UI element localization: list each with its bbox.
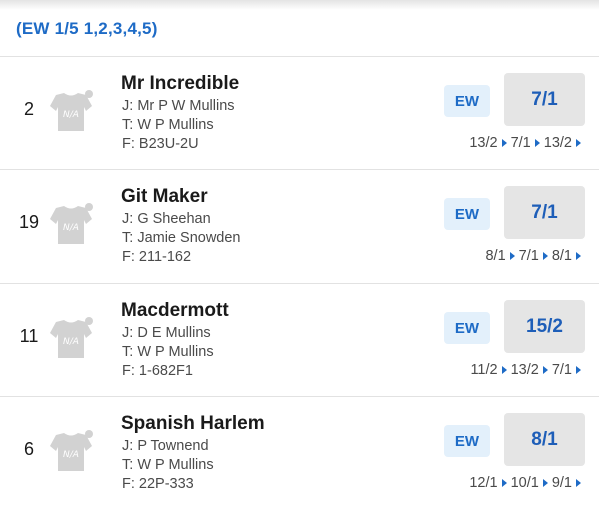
trainer-label: T:: [122, 344, 134, 360]
silk-placeholder-icon: N/A: [48, 202, 94, 248]
horse-name[interactable]: Git Maker: [121, 186, 208, 208]
odds-history: 13/2 7/1 13/2: [469, 135, 585, 151]
jockey-line: J: Mr P W Mullins: [122, 98, 235, 114]
triangle-right-icon: [501, 139, 507, 147]
form-line: F: 22P-333: [122, 476, 194, 492]
price-history-value: 12/1: [469, 475, 498, 491]
jockey-value: P Townend: [137, 438, 209, 454]
form-value: B23U-2U: [138, 136, 199, 152]
jockey-label: J:: [122, 325, 134, 341]
odds-button[interactable]: 7/1: [504, 73, 585, 126]
triangle-right-icon: [501, 366, 507, 374]
jockey-value: D E Mullins: [137, 325, 211, 341]
triangle-right-icon: [542, 252, 548, 260]
horse-name[interactable]: Mr Incredible: [121, 73, 239, 95]
form-value: 1-682F1: [138, 363, 193, 379]
trainer-value: W P Mullins: [137, 344, 214, 360]
horse-name[interactable]: Macdermott: [121, 300, 229, 322]
trainer-label: T:: [122, 117, 134, 133]
triangle-right-icon: [576, 479, 581, 487]
form-value: 211-162: [138, 249, 192, 265]
price-history-value: 13/2: [469, 135, 498, 151]
triangle-right-icon: [576, 366, 581, 374]
price-history-value: 13/2: [543, 135, 572, 151]
price-history-value: 7/1: [551, 362, 572, 378]
odds-history: 11/2 13/2 7/1: [470, 362, 585, 378]
each-way-badge[interactable]: EW: [444, 85, 490, 117]
form-label: F:: [122, 363, 135, 379]
svg-text:N/A: N/A: [63, 110, 79, 120]
triangle-right-icon: [576, 139, 581, 147]
horse-name[interactable]: Spanish Harlem: [121, 413, 265, 435]
odds-button[interactable]: 8/1: [504, 413, 585, 466]
jockey-label: J:: [122, 438, 134, 454]
silk-placeholder-icon: N/A: [48, 89, 94, 135]
form-label: F:: [122, 476, 135, 492]
silk-placeholder-icon: N/A: [48, 316, 94, 362]
price-history-value: 7/1: [510, 135, 531, 151]
each-way-badge[interactable]: EW: [444, 425, 490, 457]
triangle-right-icon: [534, 139, 540, 147]
form-line: F: 1-682F1: [122, 363, 193, 379]
runner-row: 19 N/A Git Maker J: G Sheehan T: Jamie Sno…: [0, 169, 599, 282]
trainer-line: T: W P Mullins: [122, 457, 214, 473]
runner-row: 6 N/A Spanish Harlem J: P Townend T: W P M…: [0, 396, 599, 509]
form-label: F:: [122, 136, 135, 152]
each-way-badge[interactable]: EW: [444, 312, 490, 344]
form-line: F: 211-162: [122, 249, 191, 265]
form-line: F: B23U-2U: [122, 136, 199, 152]
trainer-line: T: W P Mullins: [122, 117, 214, 133]
svg-text:N/A: N/A: [63, 223, 79, 233]
svg-text:N/A: N/A: [63, 337, 79, 347]
silk-placeholder-icon: N/A: [48, 429, 94, 475]
form-label: F:: [122, 249, 135, 265]
price-history-value: 11/2: [470, 362, 498, 378]
triangle-right-icon: [501, 479, 507, 487]
runner-row: 2 N/A Mr Incredible J: Mr P W Mullins T: W…: [0, 56, 599, 169]
jockey-label: J:: [122, 211, 134, 227]
trainer-value: Jamie Snowden: [137, 230, 241, 246]
odds-history: 8/1 7/1 8/1: [485, 248, 585, 264]
price-history-value: 13/2: [510, 362, 539, 378]
trainer-value: W P Mullins: [137, 117, 214, 133]
runner-row: 11 N/A Macdermott J: D E Mullins T: W P Mu…: [0, 283, 599, 396]
trainer-line: T: W P Mullins: [122, 344, 214, 360]
each-way-badge[interactable]: EW: [444, 198, 490, 230]
odds-button[interactable]: 15/2: [504, 300, 585, 353]
jockey-label: J:: [122, 98, 134, 114]
triangle-right-icon: [542, 479, 548, 487]
trainer-label: T:: [122, 457, 134, 473]
jockey-value: Mr P W Mullins: [137, 98, 235, 114]
triangle-right-icon: [509, 252, 515, 260]
price-history-value: 7/1: [518, 248, 539, 264]
trainer-line: T: Jamie Snowden: [122, 230, 240, 246]
trainer-value: W P Mullins: [137, 457, 214, 473]
jockey-value: G Sheehan: [137, 211, 211, 227]
price-history-value: 8/1: [551, 248, 572, 264]
odds-history: 12/1 10/1 9/1: [469, 475, 585, 491]
form-value: 22P-333: [138, 476, 194, 492]
svg-text:N/A: N/A: [63, 450, 79, 460]
jockey-line: J: P Townend: [122, 438, 209, 454]
price-history-value: 10/1: [510, 475, 539, 491]
odds-button[interactable]: 7/1: [504, 186, 585, 239]
header-shadow: [0, 0, 599, 10]
each-way-terms: (EW 1/5 1,2,3,4,5): [16, 19, 158, 38]
trainer-label: T:: [122, 230, 134, 246]
jockey-line: J: D E Mullins: [122, 325, 211, 341]
triangle-right-icon: [542, 366, 548, 374]
jockey-line: J: G Sheehan: [122, 211, 211, 227]
price-history-value: 9/1: [551, 475, 572, 491]
triangle-right-icon: [576, 252, 581, 260]
price-history-value: 8/1: [485, 248, 506, 264]
